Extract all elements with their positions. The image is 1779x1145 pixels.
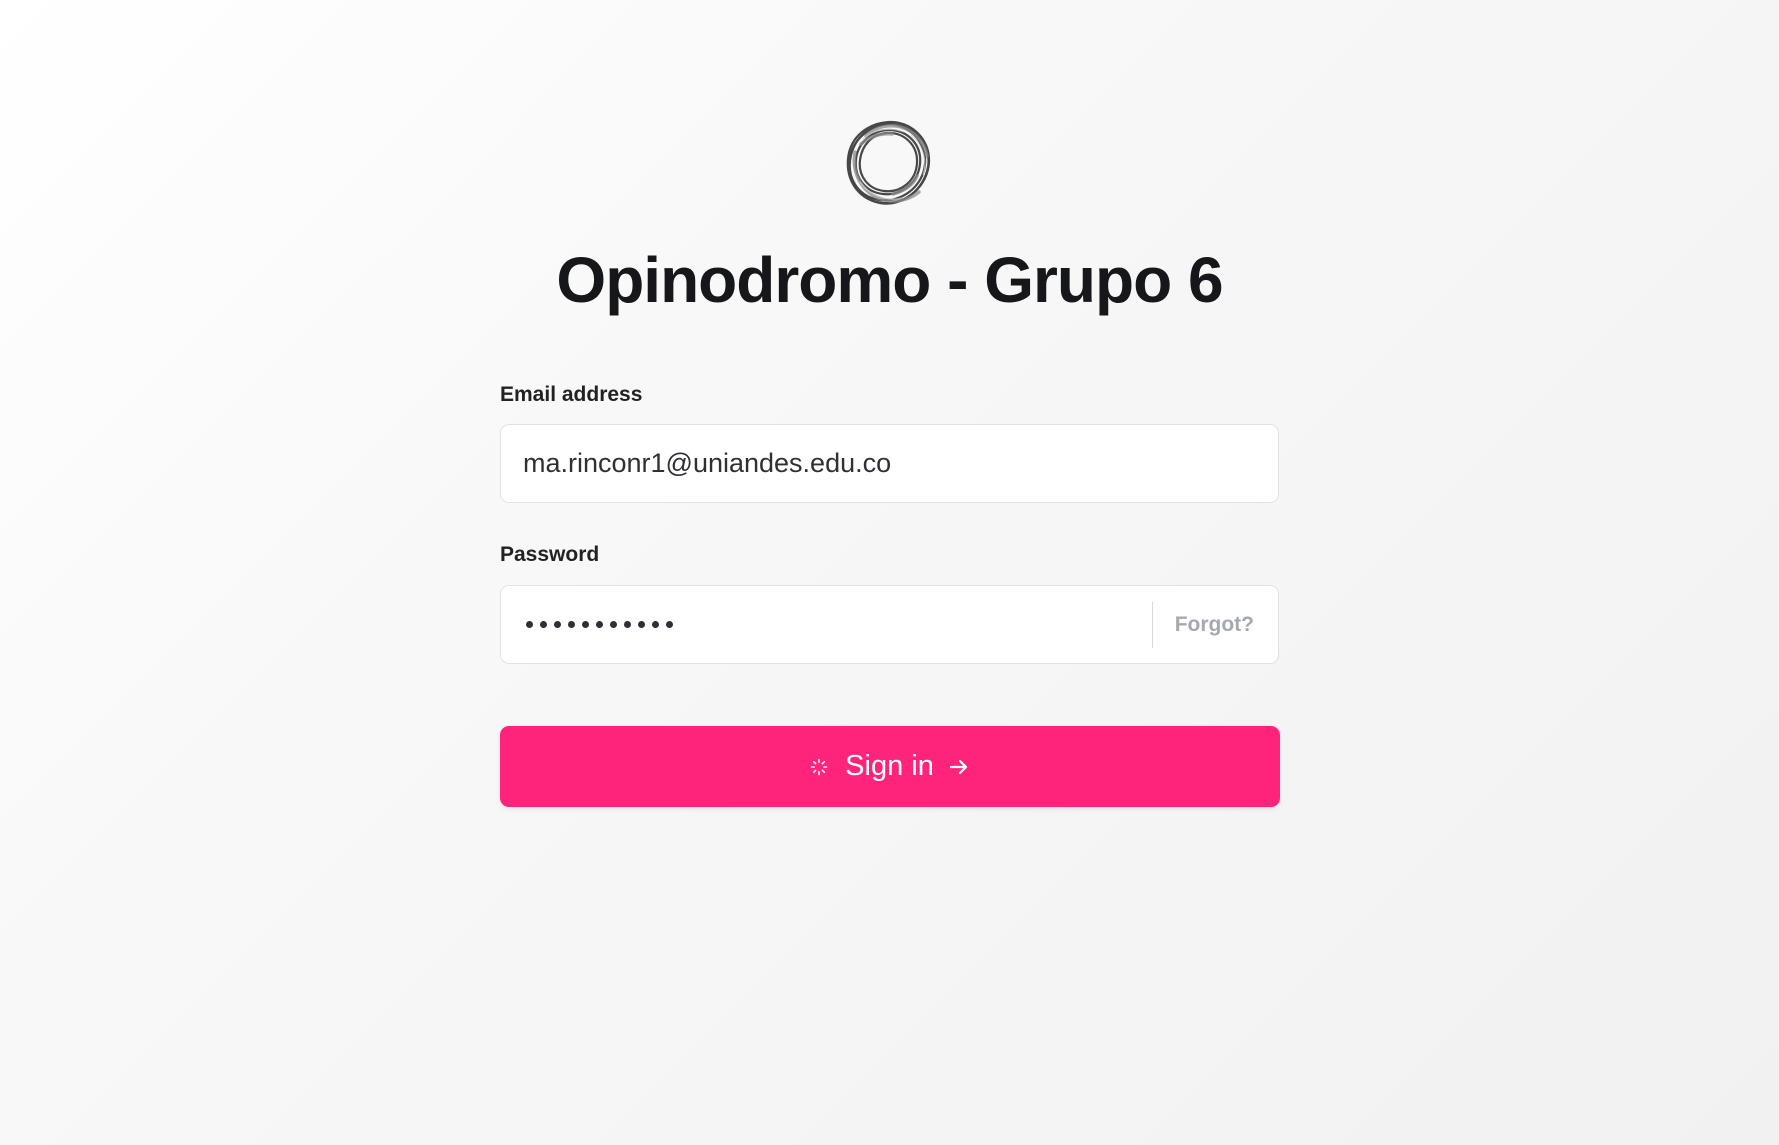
page-title: Opinodromo - Grupo 6: [556, 244, 1223, 316]
forgot-password-link[interactable]: Forgot?: [1175, 586, 1254, 663]
ring-logo-icon: [846, 120, 931, 205]
arrow-right-icon: [949, 759, 967, 774]
loading-spinner-icon: [810, 758, 828, 775]
email-field-container: [500, 424, 1279, 503]
password-dot: [582, 621, 589, 628]
password-dot: [540, 621, 547, 628]
password-dot: [596, 621, 603, 628]
sign-in-label: Sign in: [845, 750, 934, 782]
password-field-container: Forgot?: [500, 585, 1279, 664]
email-label: Email address: [500, 383, 643, 406]
password-dot: [568, 621, 575, 628]
login-page: Opinodromo - Grupo 6 Email address Passw…: [0, 0, 1779, 1145]
password-divider: [1152, 602, 1153, 648]
password-dot: [638, 621, 645, 628]
password-dot: [624, 621, 631, 628]
email-field[interactable]: [523, 425, 1253, 502]
password-dot: [554, 621, 561, 628]
sign-in-button[interactable]: Sign in: [500, 726, 1280, 807]
password-dot: [610, 621, 617, 628]
password-label: Password: [500, 543, 600, 566]
password-field[interactable]: [526, 586, 673, 663]
password-dot: [666, 621, 673, 628]
password-dot: [652, 621, 659, 628]
password-dot: [526, 621, 533, 628]
